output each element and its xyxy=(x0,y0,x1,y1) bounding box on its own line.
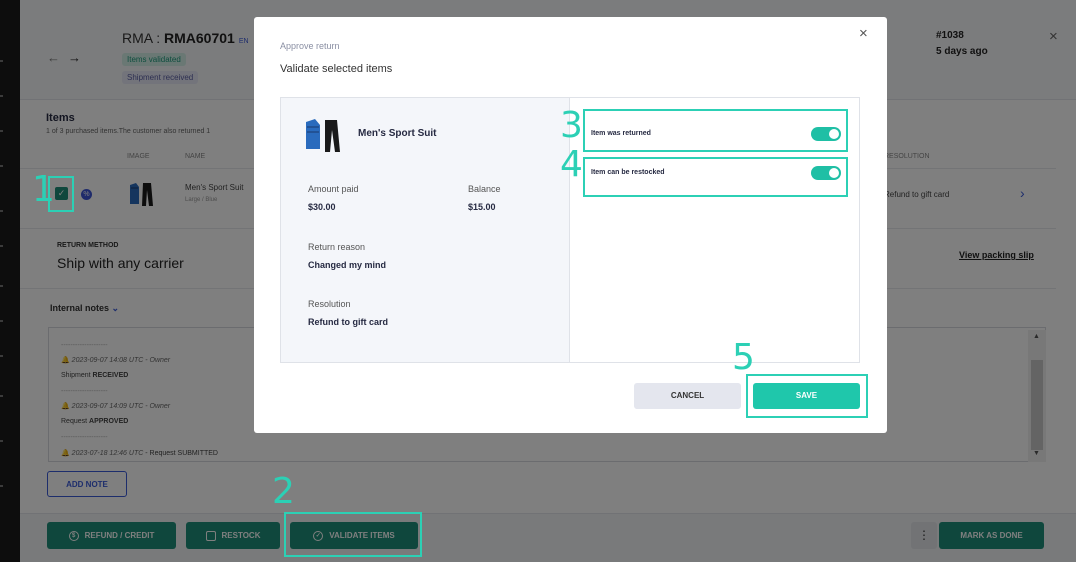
return-reason-label: Return reason xyxy=(308,242,366,252)
resolution-value: Refund to gift card xyxy=(308,317,388,327)
balance-label: Balance xyxy=(468,184,501,194)
item-summary: Men's Sport Suit Amount paid $30.00 Bala… xyxy=(281,98,570,362)
cancel-button[interactable]: CANCEL xyxy=(634,383,741,409)
annotation-highlight xyxy=(284,512,422,557)
resolution-label: Resolution xyxy=(308,299,351,309)
annotation-number: 2 xyxy=(272,471,295,512)
balance-value: $15.00 xyxy=(468,202,496,212)
product-thumbnail xyxy=(303,116,343,161)
amount-paid-label: Amount paid xyxy=(308,184,359,194)
annotation-number: 3 xyxy=(560,105,583,146)
modal-subtitle: Approve return xyxy=(280,41,340,51)
annotation-number: 5 xyxy=(732,337,755,378)
annotation-number: 1 xyxy=(32,169,55,210)
annotation-number: 4 xyxy=(560,144,583,185)
amount-paid-value: $30.00 xyxy=(308,202,336,212)
annotation-highlight xyxy=(583,157,848,197)
product-name: Men's Sport Suit xyxy=(358,128,437,139)
close-icon[interactable]: × xyxy=(859,25,868,42)
modal-title: Validate selected items xyxy=(280,63,393,75)
return-reason-value: Changed my mind xyxy=(308,260,387,270)
validate-items-modal: × Approve return Validate selected items… xyxy=(254,17,887,433)
annotation-highlight xyxy=(746,374,868,418)
annotation-highlight xyxy=(583,109,848,152)
